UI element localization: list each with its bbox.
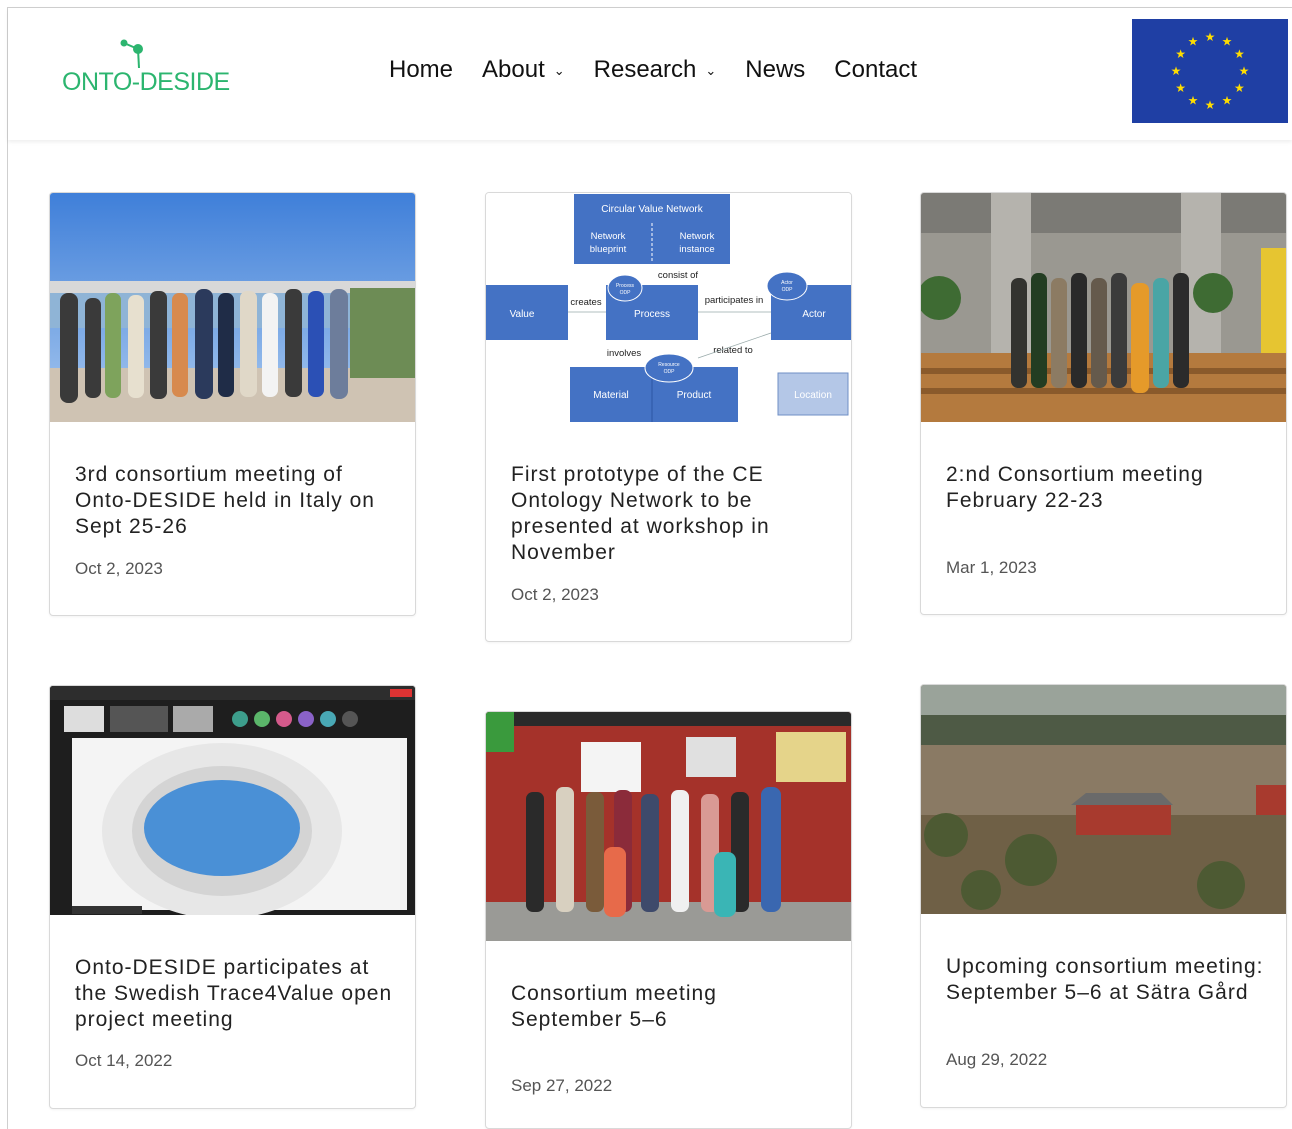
eu-star-icon: ★	[1234, 47, 1245, 61]
svg-text:Process: Process	[616, 283, 635, 289]
nav-research[interactable]: Research ⌄	[594, 56, 717, 84]
post-date: Sep 27, 2022	[511, 1076, 613, 1095]
aerial-farm-image[interactable]	[921, 685, 1286, 914]
eu-star-icon: ★	[1234, 81, 1245, 95]
news-card[interactable]: Onto-DESIDE participates at the Swedish …	[49, 685, 416, 1109]
chevron-down-icon: ⌄	[553, 63, 565, 78]
nav-research-label: Research	[593, 56, 697, 83]
diagram-label: Product	[677, 390, 712, 401]
eu-flag-icon: ★ ★ ★ ★ ★ ★ ★ ★ ★ ★ ★ ★	[1132, 19, 1288, 123]
eu-star-icon: ★	[1222, 35, 1233, 49]
svg-text:ODP: ODP	[782, 287, 794, 293]
news-card[interactable]: Upcoming consortium meeting: September 5…	[920, 684, 1287, 1108]
nav-home-label: Home	[389, 56, 454, 83]
post-date: Aug 29, 2022	[946, 1050, 1048, 1069]
diagram-label: Process	[634, 309, 670, 320]
news-card[interactable]: 3rd consortium meeting of Onto-DESIDE he…	[49, 192, 416, 616]
news-card[interactable]: Circular Value Network Network blueprint …	[485, 192, 852, 642]
main-nav: Home About ⌄ Research ⌄ News Contact	[389, 56, 946, 84]
svg-text:Actor: Actor	[781, 280, 793, 286]
post-title[interactable]: 2:nd Consortium meeting February 22-23	[946, 462, 1266, 514]
eu-star-icon: ★	[1205, 30, 1216, 44]
eu-star-icon: ★	[1222, 93, 1233, 107]
page-frame-left	[7, 7, 8, 1129]
svg-text:ODP: ODP	[664, 369, 676, 375]
group-photo-image[interactable]	[486, 712, 851, 941]
eu-star-icon: ★	[1188, 35, 1199, 49]
logo-text: ONTO-DESIDE	[62, 68, 230, 96]
site-logo[interactable]: ONTO-DESIDE	[62, 38, 232, 98]
group-photo-image[interactable]	[50, 193, 415, 422]
post-title[interactable]: Consortium meeting September 5–6	[511, 981, 831, 1033]
eu-star-icon: ★	[1188, 93, 1199, 107]
ontology-diagram-image[interactable]: Circular Value Network Network blueprint …	[486, 193, 851, 422]
nav-about[interactable]: About ⌄	[482, 56, 565, 84]
diagram-label: creates	[570, 297, 601, 308]
diagram-label: Circular Value Network	[601, 204, 704, 215]
eu-star-icon: ★	[1171, 64, 1182, 78]
post-title[interactable]: 3rd consortium meeting of Onto-DESIDE he…	[75, 462, 395, 540]
group-photo-image[interactable]	[921, 193, 1286, 422]
post-date: Oct 14, 2022	[75, 1051, 173, 1070]
eu-star-icon: ★	[1205, 98, 1216, 112]
diagram-label: participates in	[705, 295, 764, 306]
post-date: Oct 2, 2023	[75, 559, 163, 578]
post-date: Mar 1, 2023	[946, 558, 1037, 577]
chevron-down-icon: ⌄	[705, 63, 717, 78]
eu-star-icon: ★	[1175, 81, 1186, 95]
svg-text:ODP: ODP	[620, 290, 632, 296]
eu-star-icon: ★	[1175, 47, 1186, 61]
post-title[interactable]: First prototype of the CE Ontology Netwo…	[511, 462, 831, 566]
nav-home[interactable]: Home	[389, 56, 453, 84]
post-date: Oct 2, 2023	[511, 585, 599, 604]
diagram-label: involves	[607, 348, 642, 359]
nav-about-label: About	[482, 56, 545, 83]
post-title[interactable]: Onto-DESIDE participates at the Swedish …	[75, 955, 395, 1033]
diagram-label: Material	[593, 390, 629, 401]
nav-contact-label: Contact	[834, 56, 918, 83]
post-title[interactable]: Upcoming consortium meeting: September 5…	[946, 954, 1266, 1006]
diagram-label: Value	[510, 309, 535, 320]
diagram-label: consist of	[658, 270, 698, 281]
eu-star-icon: ★	[1239, 64, 1250, 78]
news-card[interactable]: 2:nd Consortium meeting February 22-23 M…	[920, 192, 1287, 615]
nav-news-label: News	[745, 56, 806, 83]
diagram-label: Actor	[802, 309, 826, 320]
diagram-label: Location	[794, 390, 832, 401]
video-call-image[interactable]	[50, 686, 415, 915]
nav-news[interactable]: News	[745, 56, 805, 84]
nav-contact[interactable]: Contact	[834, 56, 917, 84]
svg-text:Resource: Resource	[658, 362, 680, 368]
site-header: ONTO-DESIDE Home About ⌄ Research ⌄ News…	[8, 8, 1292, 140]
news-card[interactable]: Consortium meeting September 5–6 Sep 27,…	[485, 711, 852, 1129]
